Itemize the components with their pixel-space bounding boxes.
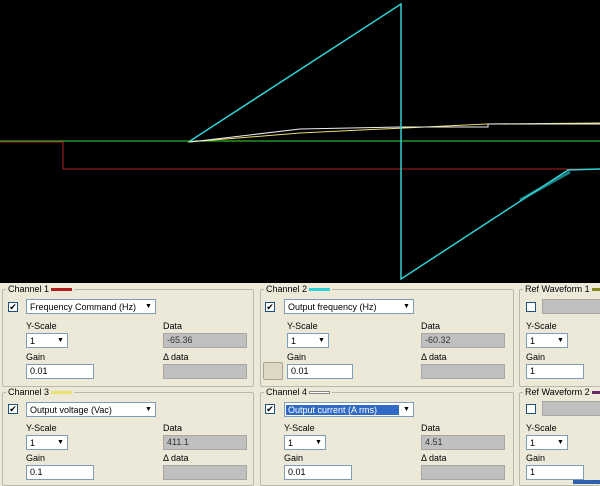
channel1-gain-input[interactable]: 0.01: [26, 364, 94, 379]
ref-waveform1-yscale-select[interactable]: 1 ▼: [526, 333, 568, 348]
channel1-color-swatch: [51, 287, 73, 291]
channel1-yscale-select[interactable]: 1 ▼: [26, 333, 68, 348]
ref-waveform2-enable-checkbox[interactable]: [526, 404, 536, 414]
checkmark-icon: ✔: [266, 302, 274, 312]
channel3-gain-label: Gain: [26, 453, 46, 463]
channel1-group: Channel 1 ✔ Frequency Command (Hz) ▼ Y-Sc…: [2, 284, 254, 387]
bottom-right-button[interactable]: [573, 480, 600, 484]
channel2-enable-checkbox[interactable]: ✔: [265, 302, 275, 312]
ref-waveform1-title: Ref Waveform 1: [523, 284, 600, 294]
channel3-yscale-label: Y-Scale: [26, 423, 57, 433]
ref-waveform1-group: Ref Waveform 1 Y-Scale 1 ▼ Gain 1: [519, 284, 600, 387]
channel3-gain-input[interactable]: 0.1: [26, 465, 94, 480]
channel3-delta-label: Δ data: [163, 453, 189, 463]
channel2-yscale-select[interactable]: 1 ▼: [287, 333, 329, 348]
chevron-down-icon[interactable]: ▼: [400, 300, 413, 313]
ref-waveform1-color-swatch: [591, 287, 600, 291]
checkmark-icon: ✔: [9, 404, 17, 414]
channel-settings-panel: Channel 1 ✔ Frequency Command (Hz) ▼ Y-Sc…: [0, 283, 600, 486]
channel4-data-label: Data: [421, 423, 441, 433]
channel2-title: Channel 2: [264, 284, 333, 294]
channel1-signal-select[interactable]: Frequency Command (Hz) ▼: [26, 299, 156, 314]
ref-waveform2-file-field: [542, 401, 600, 416]
channel2-color-swatch: [309, 287, 331, 291]
chevron-down-icon[interactable]: ▼: [554, 334, 567, 347]
channel4-gain-label: Gain: [284, 453, 304, 463]
chevron-down-icon[interactable]: ▼: [142, 300, 155, 313]
channel2-delta-value: [421, 364, 505, 379]
channel1-yscale-label: Y-Scale: [26, 321, 57, 331]
channel2-data-label: Data: [421, 321, 441, 331]
ref-waveform1-yscale-label: Y-Scale: [526, 321, 557, 331]
ref-waveform2-gain-label: Gain: [526, 453, 546, 463]
channel1-trace: [0, 141, 600, 170]
channel3-data-label: Data: [163, 423, 183, 433]
checkmark-icon: ✔: [9, 302, 17, 312]
channel2-signal-select[interactable]: Output frequency (Hz) ▼: [284, 299, 414, 314]
channel4-color-swatch: [309, 390, 331, 394]
channel2-gain-label: Gain: [287, 352, 307, 362]
channel4-delta-value: [421, 465, 505, 480]
channel4-group: Channel 4 ✔ Output current (A rms) ▼ Y-Sc…: [260, 387, 514, 486]
channel2-noise-band: [519, 170, 571, 202]
channel2-yscale-label: Y-Scale: [287, 321, 318, 331]
channel4-enable-checkbox[interactable]: ✔: [265, 404, 275, 414]
channel4-yscale-label: Y-Scale: [284, 423, 315, 433]
channel2-group: Channel 2 ✔ Output frequency (Hz) ▼ Y-Sca…: [260, 284, 514, 387]
ref-waveform2-yscale-label: Y-Scale: [526, 423, 557, 433]
waveform-canvas: [0, 2, 600, 281]
chevron-down-icon[interactable]: ▼: [554, 436, 567, 449]
channel1-delta-label: Δ data: [163, 352, 189, 362]
channel4-delta-label: Δ data: [421, 453, 447, 463]
channel1-data-label: Data: [163, 321, 183, 331]
ref-waveform2-title: Ref Waveform 2: [523, 387, 600, 397]
channel4-data-value: 4.51: [421, 435, 505, 450]
channel3-title: Channel 3: [6, 387, 75, 397]
chevron-down-icon[interactable]: ▼: [54, 436, 67, 449]
channel4-trace: [189, 123, 600, 143]
channel2-gain-input[interactable]: 0.01: [287, 364, 353, 379]
chevron-down-icon[interactable]: ▼: [54, 334, 67, 347]
channel3-color-swatch: [51, 390, 73, 394]
channel4-gain-input[interactable]: 0.01: [284, 465, 352, 480]
channel3-enable-checkbox[interactable]: ✔: [8, 404, 18, 414]
channel2-color-button[interactable]: [263, 362, 283, 380]
chevron-down-icon[interactable]: ▼: [315, 334, 328, 347]
chevron-down-icon[interactable]: ▼: [142, 403, 155, 416]
channel3-trace: [187, 122, 600, 143]
channel4-yscale-select[interactable]: 1 ▼: [284, 435, 326, 450]
channel3-signal-select[interactable]: Output voltage (Vac) ▼: [26, 402, 156, 417]
channel1-title: Channel 1: [6, 284, 75, 294]
channel1-gain-label: Gain: [26, 352, 46, 362]
ref-waveform2-gain-input[interactable]: 1: [526, 465, 584, 480]
channel3-group: Channel 3 ✔ Output voltage (Vac) ▼ Y-Scal…: [2, 387, 254, 486]
channel3-delta-value: [163, 465, 247, 480]
channel3-data-value: 411.1: [163, 435, 247, 450]
chevron-down-icon[interactable]: ▼: [400, 403, 413, 416]
channel1-delta-value: [163, 364, 247, 379]
ref-waveform2-yscale-select[interactable]: 1 ▼: [526, 435, 568, 450]
channel3-yscale-select[interactable]: 1 ▼: [26, 435, 68, 450]
ref-waveform1-file-field: [542, 299, 600, 314]
checkmark-icon: ✔: [266, 404, 274, 414]
chevron-down-icon[interactable]: ▼: [312, 436, 325, 449]
ref-waveform1-gain-input[interactable]: 1: [526, 364, 584, 379]
oscilloscope-display[interactable]: [0, 0, 600, 283]
channel1-enable-checkbox[interactable]: ✔: [8, 302, 18, 312]
channel1-data-value: -65.36: [163, 333, 247, 348]
channel2-delta-label: Δ data: [421, 352, 447, 362]
channel2-data-value: -60.32: [421, 333, 505, 348]
ref-waveform1-gain-label: Gain: [526, 352, 546, 362]
ref-waveform1-enable-checkbox[interactable]: [526, 302, 536, 312]
channel4-title: Channel 4: [264, 387, 333, 397]
ref-waveform2-group: Ref Waveform 2 Y-Scale 1 ▼ Gain 1: [519, 387, 600, 486]
channel4-signal-select[interactable]: Output current (A rms) ▼: [284, 402, 414, 417]
ref-waveform2-color-swatch: [591, 390, 600, 394]
